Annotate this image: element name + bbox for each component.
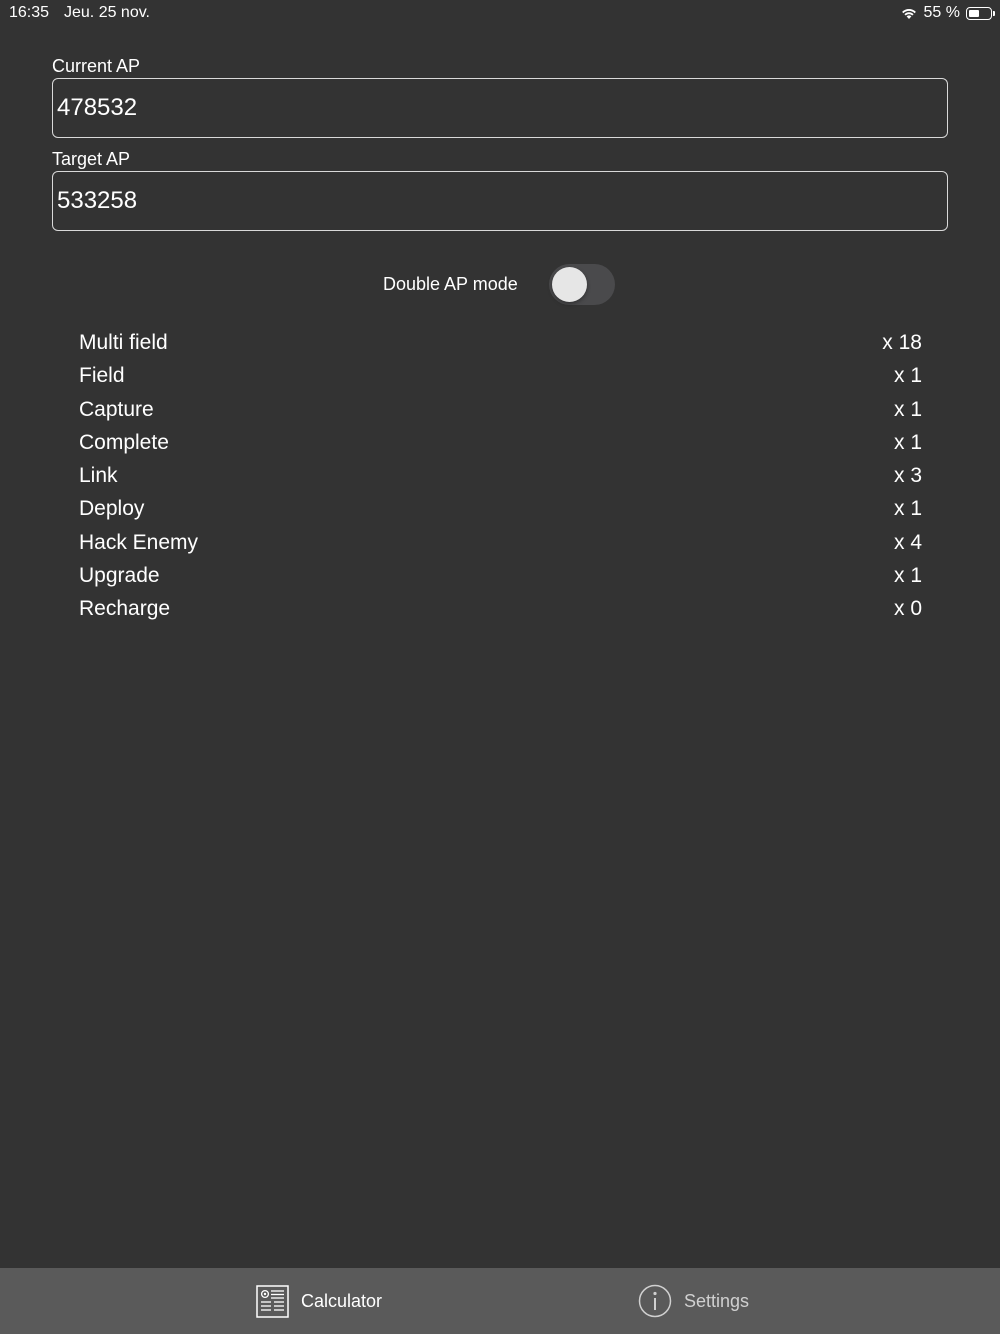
status-time: 16:35: [9, 4, 50, 21]
result-action-count: x 1: [893, 364, 922, 388]
tab-settings[interactable]: Settings: [638, 1268, 749, 1334]
result-action-name: Field: [79, 364, 125, 388]
result-row: Recharge x 0: [79, 593, 922, 626]
result-action-name: Recharge: [79, 597, 171, 621]
result-row: Field x 1: [79, 360, 922, 393]
double-ap-row: Double AP mode: [0, 264, 1000, 306]
result-action-name: Capture: [79, 397, 154, 421]
tab-calculator[interactable]: Calculator: [256, 1268, 382, 1334]
result-row: Capture x 1: [79, 394, 922, 427]
target-ap-input[interactable]: [53, 172, 947, 230]
app-screen: 16:35 Jeu. 25 nov. 55 % Current AP Targe…: [0, 0, 1000, 1334]
wifi-icon: [900, 6, 918, 20]
status-date: Jeu. 25 nov.: [64, 4, 150, 21]
result-row: Link x 3: [79, 460, 922, 493]
result-row: Deploy x 1: [79, 493, 922, 526]
target-ap-label: Target AP: [52, 149, 131, 169]
result-action-name: Link: [79, 464, 118, 488]
tab-bar: Calculator Settings: [0, 1268, 1000, 1334]
double-ap-toggle[interactable]: [549, 264, 615, 305]
calculator-icon: [256, 1284, 289, 1318]
current-ap-input[interactable]: [53, 79, 947, 137]
result-action-count: x 1: [893, 497, 922, 521]
battery-tip: [993, 10, 995, 16]
result-action-count: x 1: [893, 397, 922, 421]
result-action-count: x 3: [893, 464, 922, 488]
result-action-count: x 1: [893, 430, 922, 454]
result-row: Multi field x 18: [79, 327, 922, 360]
info-icon: [638, 1284, 672, 1318]
result-action-name: Hack Enemy: [79, 530, 199, 554]
result-action-count: x 4: [893, 530, 922, 554]
result-row: Complete x 1: [79, 427, 922, 460]
result-row: Hack Enemy x 4: [79, 527, 922, 560]
target-ap-field[interactable]: [52, 171, 948, 231]
battery-icon: [966, 6, 995, 20]
result-action-count: x 18: [882, 331, 922, 354]
result-action-count: x 0: [893, 597, 922, 621]
battery-percentage: 55 %: [923, 4, 960, 21]
result-action-name: Complete: [79, 430, 169, 454]
battery-level: [969, 9, 979, 17]
tab-calculator-label: Calculator: [301, 1290, 383, 1311]
action-count-list: Multi field x 18 Field x 1 Capture x 1 Complet…: [79, 327, 922, 627]
status-indicators: 55 %: [900, 4, 995, 22]
result-action-name: Multi field: [79, 331, 168, 354]
toggle-knob: [552, 267, 587, 302]
result-action-name: Upgrade: [79, 564, 160, 588]
result-action-name: Deploy: [79, 497, 145, 521]
result-row: Upgrade x 1: [79, 560, 922, 593]
current-ap-label: Current AP: [52, 56, 141, 76]
current-ap-field[interactable]: [52, 78, 948, 138]
result-action-count: x 1: [893, 564, 922, 588]
tab-settings-label: Settings: [684, 1290, 750, 1311]
status-bar: 16:35 Jeu. 25 nov. 55 %: [0, 0, 1000, 28]
double-ap-label: Double AP mode: [383, 274, 518, 294]
